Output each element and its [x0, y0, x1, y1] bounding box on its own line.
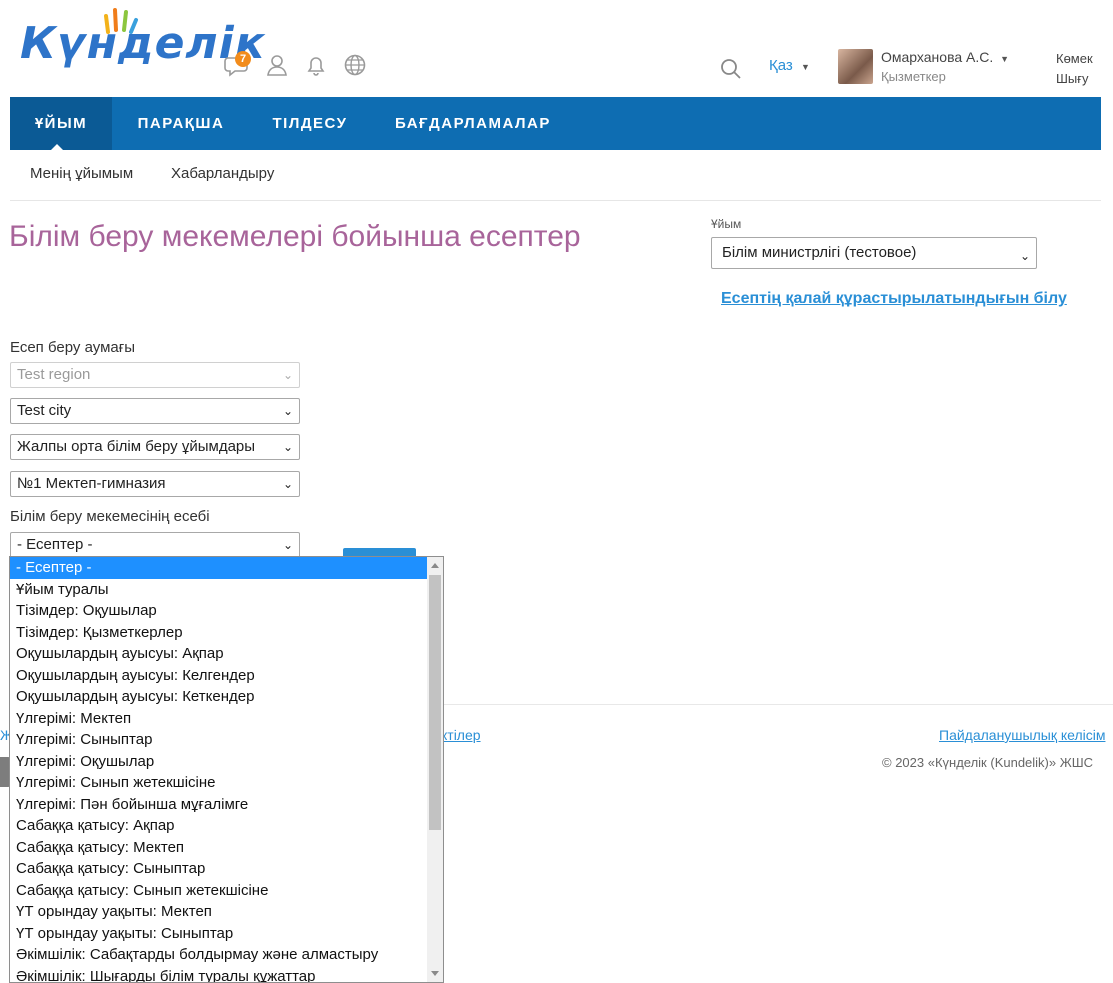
user-menu[interactable]: Омарханова А.С. ▼	[881, 49, 1009, 65]
dropdown-options: - Есептер - Ұйым туралы Тізімдер: Оқушылар…	[10, 557, 427, 983]
avatar[interactable]	[838, 49, 873, 84]
school-select[interactable]: №1 Мектеп-гимназия ⌄	[10, 471, 300, 497]
dropdown-option[interactable]: Тізімдер: Оқушылар	[10, 600, 427, 622]
terms-link[interactable]: Пайдаланушылық келісім	[939, 727, 1105, 743]
subnav-announcements[interactable]: Хабарландыру	[171, 165, 274, 182]
dropdown-option[interactable]: Сабаққа қатысу: Ақпар	[10, 815, 427, 837]
dropdown-option[interactable]: - Есептер -	[10, 557, 427, 579]
dropdown-option[interactable]: Үлгерімі: Пән бойынша мұғалімге	[10, 794, 427, 816]
report-select[interactable]: - Есептер - ⌄	[10, 532, 300, 558]
user-role: Қызметкер	[881, 69, 946, 84]
region-label: Есеп беру аумағы	[10, 339, 135, 356]
dropdown-option[interactable]: Үлгерімі: Мектеп	[10, 708, 427, 730]
scroll-up-icon[interactable]	[431, 563, 439, 568]
dropdown-option[interactable]: Сабаққа қатысу: Сыныптар	[10, 858, 427, 880]
org-type-select[interactable]: Жалпы орта білім беру ұйымдары ⌄	[10, 434, 300, 460]
bell-icon[interactable]	[303, 52, 329, 78]
organization-select-value: Білім министрлігі (тестовое)	[722, 244, 917, 261]
chevron-down-icon: ▼	[1000, 54, 1010, 64]
chevron-down-icon: ⌄	[282, 538, 293, 552]
dropdown-option[interactable]: Әкімшілік: Шығарды білім туралы құжаттар	[10, 966, 427, 983]
user-name: Омарханова А.С.	[881, 49, 994, 65]
organization-select[interactable]: Білім министрлігі (тестовое) ⌄	[711, 237, 1037, 269]
how-report-built-link[interactable]: Есептің қалай құрастырылатындығын білу	[721, 290, 1067, 308]
copyright: © 2023 «Күнделік (Kundelik)» ЖШС	[882, 755, 1094, 770]
dropdown-option[interactable]: Әкімшілік: Сабақтарды болдырмау және алм…	[10, 944, 427, 966]
dropdown-option[interactable]: Тізімдер: Қызметкерлер	[10, 622, 427, 644]
main-nav: ҰЙЫМ ПАРАҚША ТІЛДЕСУ БАҒДАРЛАМАЛАР	[10, 97, 1101, 150]
notification-badge: 7	[235, 51, 251, 67]
logout-link[interactable]: Шығу	[1056, 71, 1089, 86]
dropdown-option[interactable]: Оқушылардың ауысуы: Ақпар	[10, 643, 427, 665]
page-title: Білім беру мекемелері бойынша есептер	[9, 220, 581, 253]
school-select-value: №1 Мектеп-гимназия	[17, 475, 166, 492]
dropdown-option[interactable]: Оқушылардың ауысуы: Келгендер	[10, 665, 427, 687]
dropdown-option[interactable]: Оқушылардың ауысуы: Кеткендер	[10, 686, 427, 708]
dropdown-option[interactable]: Сабаққа қатысу: Мектеп	[10, 837, 427, 859]
footer-link-partial-mid[interactable]: ктілер	[441, 727, 481, 743]
chevron-down-icon: ⌄	[282, 404, 293, 418]
chevron-down-icon: ⌄	[1019, 249, 1030, 263]
user-icon[interactable]	[264, 52, 290, 78]
dropdown-option[interactable]: ҮТ орындау уақыты: Мектеп	[10, 901, 427, 923]
footer-divider	[440, 704, 1113, 705]
nav-tab-messaging[interactable]: ТІЛДЕСУ	[272, 97, 348, 150]
chevron-down-icon: ⌄	[282, 477, 293, 491]
language-label: Қаз	[769, 57, 793, 74]
subnav-my-organization[interactable]: Менің ұйымым	[30, 165, 133, 182]
report-dropdown-list[interactable]: - Есептер - Ұйым туралы Тізімдер: Оқушылар…	[9, 556, 444, 983]
help-link[interactable]: Көмек	[1056, 51, 1093, 66]
report-select-value: - Есептер -	[17, 536, 93, 553]
globe-icon[interactable]	[342, 52, 368, 78]
language-switcher[interactable]: Қаз ▼	[769, 57, 810, 74]
chevron-down-icon: ⌄	[282, 368, 293, 382]
dropdown-option[interactable]: Үлгерімі: Сынып жетекшісіне	[10, 772, 427, 794]
dropdown-option[interactable]: Үлгерімі: Сыныптар	[10, 729, 427, 751]
chevron-down-icon: ▼	[800, 62, 810, 72]
report-label: Білім беру мекемесінің есебі	[10, 508, 210, 525]
region-select-value: Test region	[17, 366, 91, 383]
dropdown-option[interactable]: Ұйым туралы	[10, 579, 427, 601]
scroll-down-icon[interactable]	[431, 971, 439, 976]
dropdown-option[interactable]: ҮТ орындау уақыты: Сыныптар	[10, 923, 427, 945]
city-select-value: Test city	[17, 402, 72, 419]
scrollbar-thumb[interactable]	[429, 575, 441, 830]
region-select: Test region ⌄	[10, 362, 300, 388]
search-icon[interactable]	[719, 57, 743, 81]
dropdown-option[interactable]: Үлгерімі: Оқушылар	[10, 751, 427, 773]
scrollbar[interactable]	[427, 557, 443, 982]
dropdown-option[interactable]: Сабаққа қатысу: Сынып жетекшісіне	[10, 880, 427, 902]
nav-tab-programs[interactable]: БАҒДАРЛАМАЛАР	[395, 97, 550, 150]
nav-tab-page[interactable]: ПАРАҚША	[136, 97, 226, 150]
chevron-down-icon: ⌄	[280, 435, 293, 459]
city-select[interactable]: Test city ⌄	[10, 398, 300, 424]
organization-label: Ұйым	[711, 217, 742, 231]
nav-tab-organization[interactable]: ҰЙЫМ	[10, 97, 112, 150]
org-type-select-value: Жалпы орта білім беру ұйымдары	[17, 438, 256, 455]
